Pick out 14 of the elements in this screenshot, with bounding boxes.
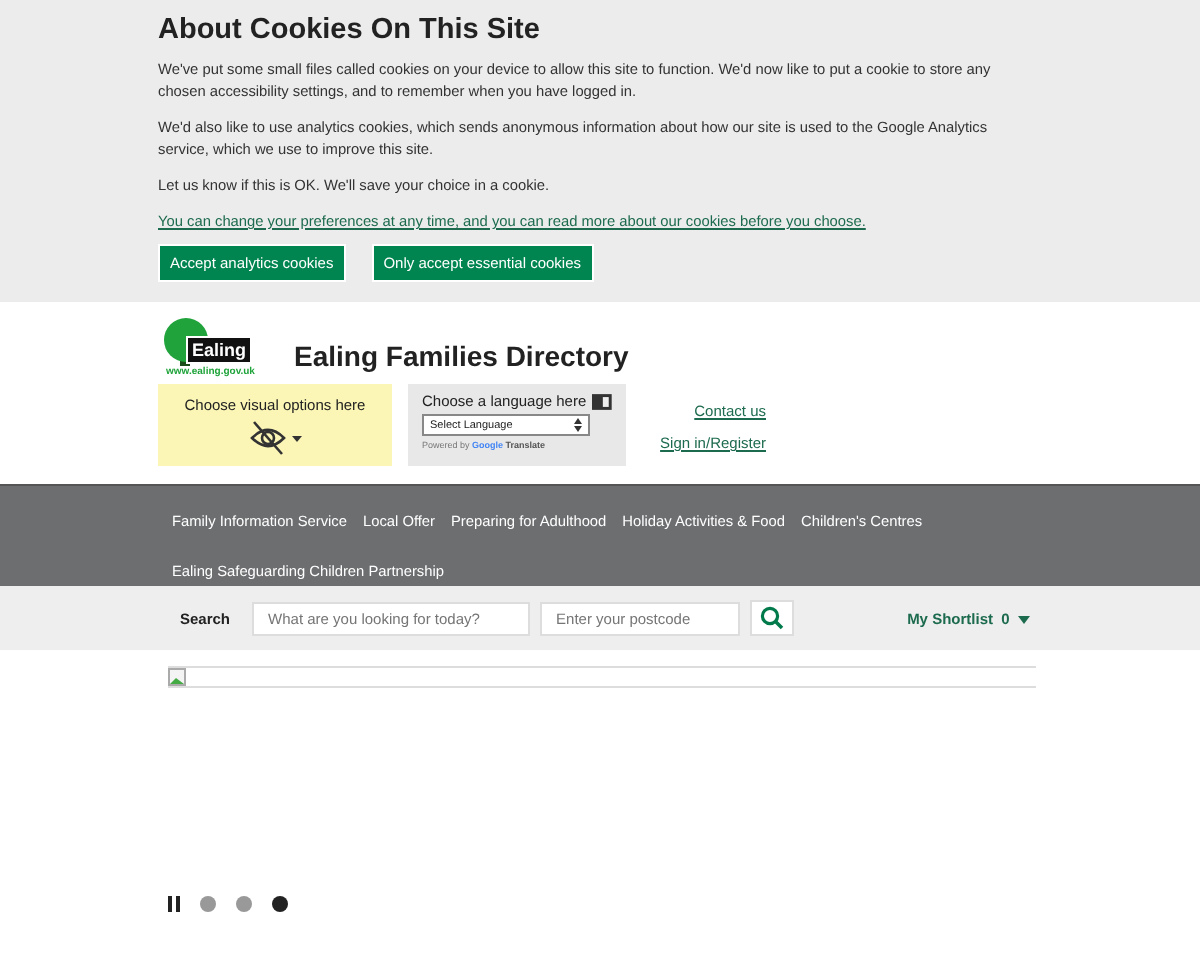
carousel-dot[interactable]	[272, 896, 288, 912]
carousel-dot[interactable]	[200, 896, 216, 912]
site-title: Ealing Families Directory	[294, 340, 629, 372]
search-button[interactable]	[750, 600, 795, 636]
logo-text: Ealing	[186, 336, 253, 364]
hidden-eye-icon[interactable]	[247, 419, 303, 455]
search-icon	[760, 606, 785, 630]
translate-icon	[592, 393, 612, 409]
cookie-title: About Cookies On This Site	[158, 14, 542, 46]
carousel-dot[interactable]	[236, 896, 252, 912]
caret-icon	[1018, 615, 1030, 623]
pause-icon[interactable]	[168, 896, 180, 912]
updown-icon	[574, 418, 582, 432]
broken-image-icon	[168, 668, 186, 686]
